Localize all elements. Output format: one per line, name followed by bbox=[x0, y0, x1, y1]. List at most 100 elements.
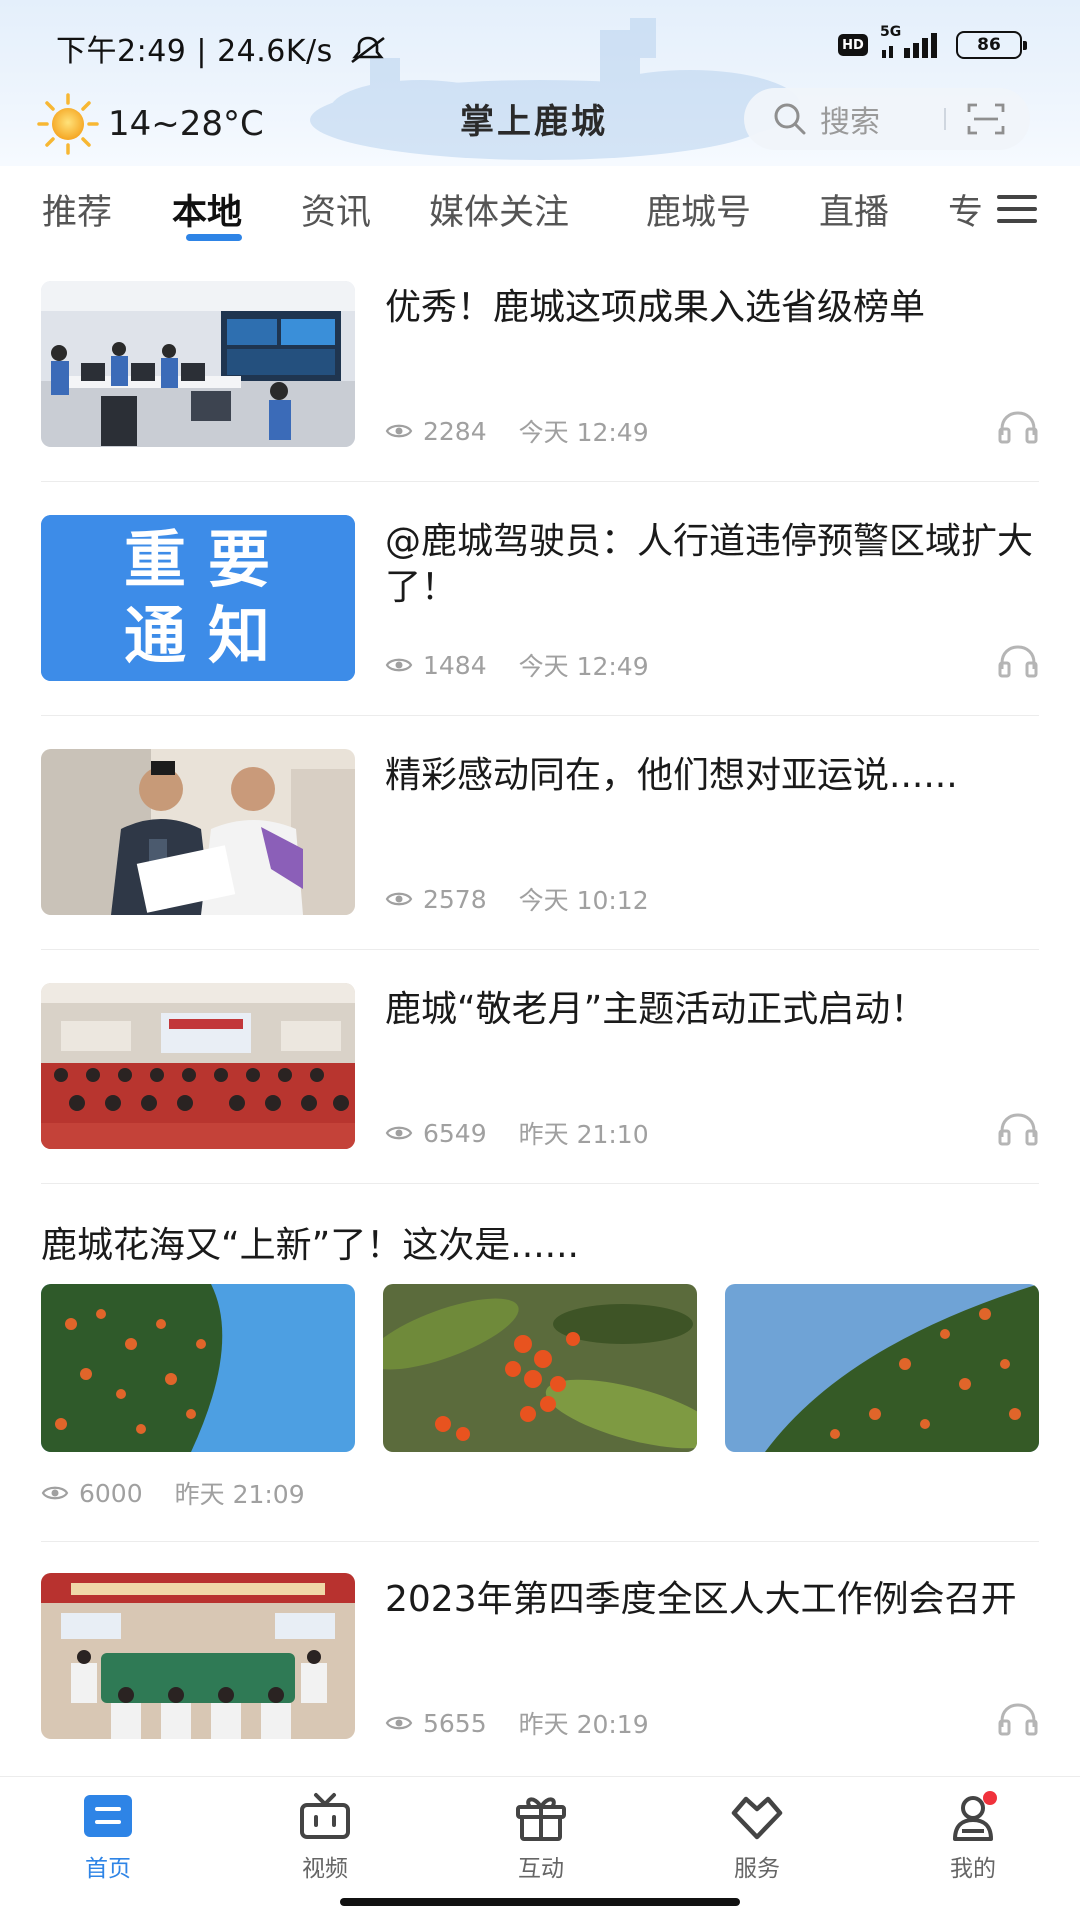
news-item[interactable]: 鹿城“敬老月”主题活动正式启动！ 6549 昨天 21:10 bbox=[41, 983, 1039, 1151]
headphones-icon[interactable] bbox=[997, 1701, 1039, 1737]
nav-label: 互动 bbox=[518, 1856, 564, 1882]
publish-time: 今天 12:49 bbox=[518, 652, 649, 681]
tab-lucheng-account[interactable]: 鹿城号 bbox=[646, 184, 751, 235]
nav-service[interactable]: 服务 bbox=[697, 1791, 817, 1883]
publish-time: 昨天 20:19 bbox=[518, 1710, 649, 1739]
news-item[interactable]: 2023年第四季度全区人大工作例会召开 5655 昨天 20:19 bbox=[41, 1573, 1039, 1741]
view-count: 2284 bbox=[423, 416, 487, 446]
view-count: 6000 bbox=[79, 1478, 143, 1508]
news-meta: 6549 昨天 21:10 bbox=[385, 1115, 649, 1151]
news-item[interactable]: 优秀！鹿城这项成果入选省级榜单 2284 今天 12:49 bbox=[41, 281, 1039, 449]
list-divider bbox=[41, 949, 1039, 950]
eye-icon bbox=[385, 1126, 413, 1140]
tab-live[interactable]: 直播 bbox=[819, 184, 889, 235]
news-meta: 1484 今天 12:49 bbox=[385, 647, 649, 683]
news-thumbnail bbox=[41, 281, 355, 447]
network-speed: 24.6K/s bbox=[217, 34, 333, 69]
category-tabs: 推荐 本地 资讯 媒体关注 鹿城号 直播 专 bbox=[0, 166, 1080, 258]
home-indicator[interactable] bbox=[340, 1898, 740, 1906]
news-meta: 5655 昨天 20:19 bbox=[385, 1705, 649, 1741]
headphones-icon[interactable] bbox=[997, 409, 1039, 445]
scan-icon[interactable] bbox=[966, 102, 1006, 136]
nav-label: 服务 bbox=[734, 1856, 780, 1882]
news-thumbnail bbox=[41, 983, 355, 1149]
weather-widget[interactable]: 14~28°C bbox=[36, 92, 264, 156]
clock: 下午2:49 bbox=[56, 34, 187, 69]
headphones-icon[interactable] bbox=[997, 1111, 1039, 1147]
news-meta: 2284 今天 12:49 bbox=[385, 413, 649, 449]
tab-local[interactable]: 本地 bbox=[172, 184, 242, 235]
status-time: 下午2:49 | 24.6K/s bbox=[56, 26, 389, 70]
headphones-icon[interactable] bbox=[997, 643, 1039, 679]
app-title: 掌上鹿城 bbox=[460, 102, 608, 142]
news-thumbnail: 重要 通知 bbox=[41, 515, 355, 681]
nav-label: 我的 bbox=[950, 1856, 996, 1882]
news-title: @鹿城驾驶员：人行道违停预警区域扩大了！ bbox=[385, 521, 1034, 608]
nav-profile[interactable]: 我的 bbox=[913, 1791, 1033, 1883]
view-count: 1484 bbox=[423, 650, 487, 680]
tab-media-focus[interactable]: 媒体关注 bbox=[429, 184, 569, 235]
tab-news[interactable]: 资讯 bbox=[301, 184, 371, 235]
battery-level: 86 bbox=[977, 35, 1001, 55]
list-divider bbox=[41, 481, 1039, 482]
menu-icon[interactable] bbox=[996, 192, 1038, 226]
status-indicators: HD 5G 86 bbox=[838, 24, 1027, 60]
image-gallery[interactable] bbox=[41, 1284, 1039, 1452]
view-count: 5655 bbox=[423, 1708, 487, 1738]
publish-time: 今天 10:12 bbox=[518, 886, 649, 915]
news-thumbnail bbox=[41, 1573, 355, 1739]
search-bar[interactable]: 搜索 bbox=[744, 88, 1030, 150]
notice-image-text: 重要 通知 bbox=[41, 515, 355, 681]
news-meta: 6000 昨天 21:09 bbox=[41, 1475, 305, 1511]
signal-icon: 5G bbox=[880, 24, 944, 60]
sun-icon bbox=[37, 93, 99, 155]
eye-icon bbox=[385, 424, 413, 438]
news-thumbnail bbox=[41, 749, 355, 915]
header: 下午2:49 | 24.6K/s HD 5G 86 14~28°C 掌上鹿城 搜… bbox=[0, 0, 1080, 166]
notice-text-line: 通知 bbox=[123, 599, 292, 672]
gallery-image[interactable] bbox=[383, 1284, 697, 1452]
publish-time: 昨天 21:10 bbox=[518, 1120, 649, 1149]
notice-text-line: 重要 bbox=[123, 523, 292, 596]
list-divider bbox=[41, 715, 1039, 716]
home-icon bbox=[84, 1795, 132, 1837]
notification-dot bbox=[983, 1791, 997, 1805]
nav-video[interactable]: 视频 bbox=[265, 1791, 385, 1883]
eye-icon bbox=[385, 892, 413, 906]
nav-home[interactable]: 首页 bbox=[48, 1791, 168, 1883]
active-tab-indicator bbox=[186, 234, 242, 241]
news-title: 鹿城“敬老月”主题活动正式启动！ bbox=[385, 989, 927, 1030]
news-meta: 2578 今天 10:12 bbox=[385, 881, 649, 917]
news-title[interactable]: 鹿城花海又“上新”了！这次是...... bbox=[41, 1216, 579, 1268]
news-title: 2023年第四季度全区人大工作例会召开 bbox=[385, 1579, 1017, 1620]
status-bar: 下午2:49 | 24.6K/s HD 5G 86 bbox=[0, 0, 1080, 90]
eye-icon bbox=[41, 1486, 69, 1500]
nav-interact[interactable]: 互动 bbox=[481, 1791, 601, 1883]
nav-label: 首页 bbox=[85, 1856, 131, 1882]
news-title: 精彩感动同在，他们想对亚运说...... bbox=[385, 755, 958, 796]
list-divider bbox=[41, 1541, 1039, 1542]
eye-icon bbox=[385, 1716, 413, 1730]
nav-label: 视频 bbox=[302, 1856, 348, 1882]
tab-recommend[interactable]: 推荐 bbox=[42, 184, 112, 235]
battery-icon: 86 bbox=[956, 31, 1027, 59]
search-divider bbox=[944, 108, 946, 130]
search-placeholder: 搜索 bbox=[820, 105, 880, 140]
tab-special[interactable]: 专 bbox=[948, 184, 983, 235]
news-item[interactable]: 精彩感动同在，他们想对亚运说...... 2578 今天 10:12 bbox=[41, 749, 1039, 917]
eye-icon bbox=[385, 658, 413, 672]
publish-time: 今天 12:49 bbox=[518, 418, 649, 447]
view-count: 2578 bbox=[423, 884, 487, 914]
gift-icon bbox=[516, 1797, 566, 1841]
news-item[interactable]: 重要 通知 @鹿城驾驶员：人行道违停预警区域扩大了！ 1484 今天 12:49 bbox=[41, 515, 1039, 683]
news-title: 优秀！鹿城这项成果入选省级榜单 bbox=[385, 287, 926, 328]
list-divider bbox=[41, 1183, 1039, 1184]
mute-icon bbox=[351, 36, 385, 64]
temperature-range: 14~28°C bbox=[108, 104, 264, 144]
status-separator: | bbox=[196, 34, 218, 69]
publish-time: 昨天 21:09 bbox=[174, 1480, 305, 1509]
gallery-image[interactable] bbox=[725, 1284, 1039, 1452]
view-count: 6549 bbox=[423, 1118, 487, 1148]
gallery-image[interactable] bbox=[41, 1284, 355, 1452]
hd-badge: HD bbox=[838, 34, 868, 56]
